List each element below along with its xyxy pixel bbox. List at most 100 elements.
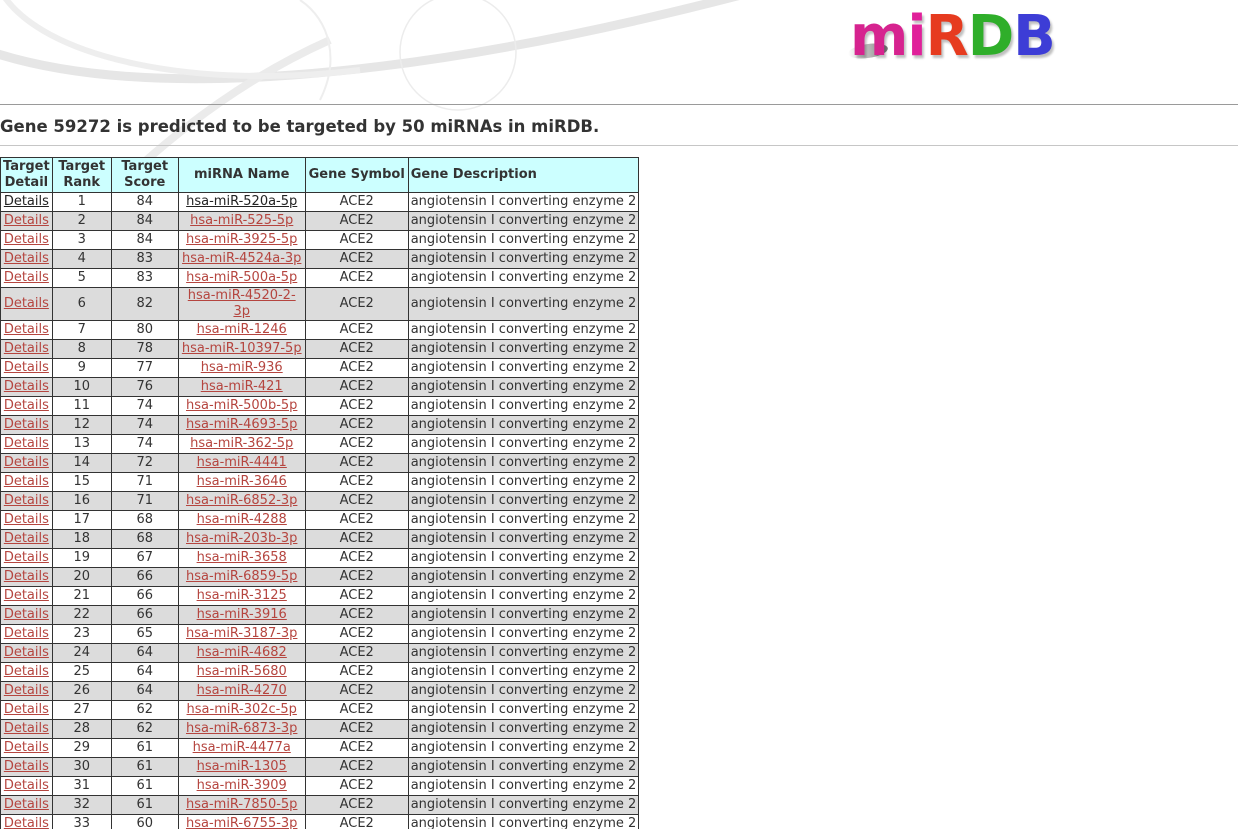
mirna-link[interactable]: hsa-miR-520a-5p bbox=[186, 194, 297, 209]
details-link[interactable]: Details bbox=[4, 474, 49, 489]
site-logo[interactable]: miRDB bbox=[850, 2, 1056, 72]
details-link[interactable]: Details bbox=[4, 194, 49, 209]
table-row: Details 31 61 hsa-miR-3909 ACE2 angiotensin I… bbox=[0, 776, 640, 796]
gene-symbol-cell: ACE2 bbox=[304, 211, 409, 231]
target-rank-cell: 29 bbox=[51, 738, 112, 758]
details-link[interactable]: Details bbox=[4, 569, 49, 584]
mirna-link[interactable]: hsa-miR-6873-3p bbox=[186, 721, 297, 736]
target-score-cell: 61 bbox=[110, 795, 179, 815]
col-header-target-detail: Target Detail bbox=[0, 157, 53, 193]
details-link[interactable]: Details bbox=[4, 778, 49, 793]
mirna-link[interactable]: hsa-miR-4693-5p bbox=[186, 417, 297, 432]
details-link[interactable]: Details bbox=[4, 341, 49, 356]
target-score-cell: 64 bbox=[110, 643, 179, 663]
details-link[interactable]: Details bbox=[4, 550, 49, 565]
details-link[interactable]: Details bbox=[4, 398, 49, 413]
details-link[interactable]: Details bbox=[4, 721, 49, 736]
gene-description-cell: angiotensin I converting enzyme 2 bbox=[407, 287, 640, 321]
details-link[interactable]: Details bbox=[4, 531, 49, 546]
details-link[interactable]: Details bbox=[4, 759, 49, 774]
target-detail-cell: Details bbox=[0, 814, 53, 829]
details-link[interactable]: Details bbox=[4, 740, 49, 755]
mirna-link[interactable]: hsa-miR-525-5p bbox=[190, 213, 293, 228]
details-link[interactable]: Details bbox=[4, 645, 49, 660]
mirna-link[interactable]: hsa-miR-4270 bbox=[197, 683, 287, 698]
gene-description-cell: angiotensin I converting enzyme 2 bbox=[407, 510, 640, 530]
mirna-link[interactable]: hsa-miR-3658 bbox=[197, 550, 287, 565]
details-link[interactable]: Details bbox=[4, 360, 49, 375]
mirna-link[interactable]: hsa-miR-6852-3p bbox=[186, 493, 297, 508]
target-detail-cell: Details bbox=[0, 510, 53, 530]
target-detail-cell: Details bbox=[0, 681, 53, 701]
table-row: Details 23 65 hsa-miR-3187-3p ACE2 angiotensi… bbox=[0, 624, 640, 644]
mirna-link[interactable]: hsa-miR-500a-5p bbox=[186, 270, 297, 285]
details-link[interactable]: Details bbox=[4, 436, 49, 451]
details-link[interactable]: Details bbox=[4, 588, 49, 603]
details-link[interactable]: Details bbox=[4, 417, 49, 432]
mirna-link[interactable]: hsa-miR-3125 bbox=[197, 588, 287, 603]
mirna-link[interactable]: hsa-miR-3187-3p bbox=[186, 626, 297, 641]
details-link[interactable]: Details bbox=[4, 270, 49, 285]
gene-description-cell: angiotensin I converting enzyme 2 bbox=[407, 491, 640, 511]
target-score-cell: 61 bbox=[110, 776, 179, 796]
mirna-link[interactable]: hsa-miR-4682 bbox=[197, 645, 287, 660]
details-link[interactable]: Details bbox=[4, 232, 49, 247]
mirna-link[interactable]: hsa-miR-302c-5p bbox=[187, 702, 297, 717]
details-link[interactable]: Details bbox=[4, 702, 49, 717]
mirna-link[interactable]: hsa-miR-4520-2-3p bbox=[188, 288, 296, 319]
mirna-link[interactable]: hsa-miR-7850-5p bbox=[186, 797, 297, 812]
details-link[interactable]: Details bbox=[4, 379, 49, 394]
details-link[interactable]: Details bbox=[4, 322, 49, 337]
mirna-link[interactable]: hsa-miR-3909 bbox=[197, 778, 287, 793]
mirna-link[interactable]: hsa-miR-4524a-3p bbox=[182, 251, 301, 266]
mirna-link[interactable]: hsa-miR-936 bbox=[201, 360, 283, 375]
mirna-link[interactable]: hsa-miR-421 bbox=[201, 379, 283, 394]
details-link[interactable]: Details bbox=[4, 251, 49, 266]
gene-description-cell: angiotensin I converting enzyme 2 bbox=[407, 211, 640, 231]
details-link[interactable]: Details bbox=[4, 493, 49, 508]
details-link[interactable]: Details bbox=[4, 607, 49, 622]
table-row: Details 12 74 hsa-miR-4693-5p ACE2 angiotensi… bbox=[0, 415, 640, 435]
target-rank-cell: 18 bbox=[51, 529, 112, 549]
mirna-name-cell: hsa-miR-6873-3p bbox=[177, 719, 306, 739]
mirna-link[interactable]: hsa-miR-500b-5p bbox=[186, 398, 297, 413]
mirna-link[interactable]: hsa-miR-6859-5p bbox=[186, 569, 297, 584]
details-link[interactable]: Details bbox=[4, 683, 49, 698]
mirna-link[interactable]: hsa-miR-6755-3p bbox=[186, 816, 297, 829]
details-link[interactable]: Details bbox=[4, 797, 49, 812]
target-rank-cell: 8 bbox=[51, 339, 112, 359]
mirna-link[interactable]: hsa-miR-1305 bbox=[197, 759, 287, 774]
page: miRDB Gene 59272 is predicted to be targ… bbox=[0, 0, 1238, 829]
mirna-link[interactable]: hsa-miR-4477a bbox=[193, 740, 291, 755]
details-link[interactable]: Details bbox=[4, 512, 49, 527]
mirna-name-cell: hsa-miR-4270 bbox=[177, 681, 306, 701]
target-detail-cell: Details bbox=[0, 643, 53, 663]
mirna-link[interactable]: hsa-miR-5680 bbox=[197, 664, 287, 679]
details-link[interactable]: Details bbox=[4, 816, 49, 829]
mirna-name-cell: hsa-miR-4524a-3p bbox=[177, 249, 306, 269]
target-score-cell: 78 bbox=[110, 339, 179, 359]
details-link[interactable]: Details bbox=[4, 664, 49, 679]
details-link[interactable]: Details bbox=[4, 626, 49, 641]
mirna-link[interactable]: hsa-miR-1246 bbox=[197, 322, 287, 337]
mirna-link[interactable]: hsa-miR-362-5p bbox=[190, 436, 293, 451]
details-link[interactable]: Details bbox=[4, 213, 49, 228]
mirna-name-cell: hsa-miR-500b-5p bbox=[177, 396, 306, 416]
mirna-link[interactable]: hsa-miR-3646 bbox=[197, 474, 287, 489]
mirna-link[interactable]: hsa-miR-3916 bbox=[197, 607, 287, 622]
table-row: Details 1 84 hsa-miR-520a-5p ACE2 angiotensin… bbox=[0, 192, 640, 212]
details-link[interactable]: Details bbox=[4, 296, 49, 311]
mirna-link[interactable]: hsa-miR-4288 bbox=[197, 512, 287, 527]
mirna-name-cell: hsa-miR-3658 bbox=[177, 548, 306, 568]
mirna-link[interactable]: hsa-miR-4441 bbox=[197, 455, 287, 470]
mirna-name-cell: hsa-miR-525-5p bbox=[177, 211, 306, 231]
target-detail-cell: Details bbox=[0, 192, 53, 212]
mirna-link[interactable]: hsa-miR-3925-5p bbox=[186, 232, 297, 247]
target-score-cell: 84 bbox=[110, 192, 179, 212]
gene-symbol-cell: ACE2 bbox=[304, 510, 409, 530]
page-headline: Gene 59272 is predicted to be targeted b… bbox=[0, 117, 600, 136]
mirna-link[interactable]: hsa-miR-203b-3p bbox=[186, 531, 297, 546]
details-link[interactable]: Details bbox=[4, 455, 49, 470]
table-row: Details 27 62 hsa-miR-302c-5p ACE2 angiotensi… bbox=[0, 700, 640, 720]
mirna-link[interactable]: hsa-miR-10397-5p bbox=[182, 341, 302, 356]
